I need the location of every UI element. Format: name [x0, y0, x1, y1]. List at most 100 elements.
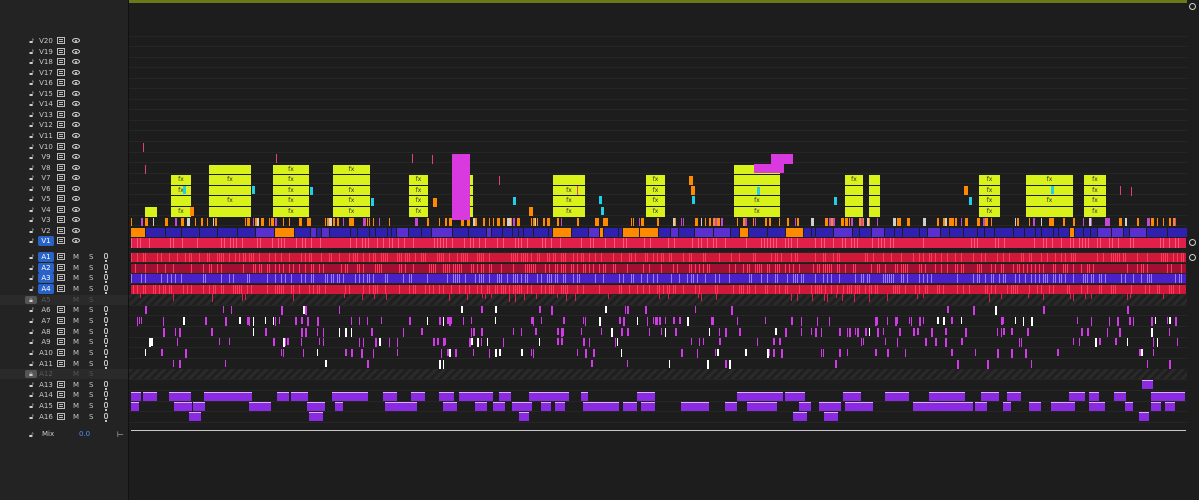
audio-waveform[interactable] — [749, 284, 750, 294]
audio-waveform[interactable] — [861, 274, 862, 284]
video-clip[interactable] — [641, 218, 644, 226]
audio-waveform[interactable] — [669, 253, 670, 262]
audio-clip[interactable] — [765, 316, 766, 324]
audio-waveform[interactable] — [1013, 263, 1014, 273]
audio-waveform[interactable] — [847, 284, 848, 294]
video-clip[interactable] — [432, 155, 433, 164]
audio-waveform[interactable] — [515, 274, 516, 284]
sync-lock-icon[interactable] — [57, 184, 65, 192]
video-clip[interactable] — [619, 228, 622, 237]
clip-edit[interactable] — [278, 238, 279, 248]
fx-clip[interactable] — [845, 207, 863, 217]
audio-waveform[interactable] — [985, 274, 986, 284]
video-clip[interactable] — [182, 228, 199, 237]
audio-clip[interactable] — [145, 306, 147, 315]
audio-waveform[interactable] — [517, 284, 518, 294]
video-clip[interactable] — [757, 187, 760, 195]
audio-waveform[interactable] — [603, 263, 604, 273]
track-name-v17[interactable]: V17 — [38, 68, 54, 78]
audio-clip[interactable] — [659, 316, 661, 325]
video-clip[interactable] — [769, 218, 771, 226]
audio-waveform[interactable] — [1171, 263, 1172, 273]
clip-edit[interactable] — [392, 238, 393, 248]
audio-clip[interactable] — [937, 316, 939, 324]
audio-clip[interactable] — [566, 293, 567, 301]
clip-edit[interactable] — [404, 238, 405, 248]
audio-waveform[interactable] — [1029, 253, 1030, 262]
audio-clip[interactable] — [821, 348, 822, 357]
video-clip[interactable] — [252, 186, 255, 194]
track-name-v19[interactable]: V19 — [38, 47, 54, 57]
video-clip[interactable] — [1169, 218, 1171, 226]
audio-waveform[interactable] — [595, 274, 596, 284]
mute-button[interactable]: M — [73, 273, 79, 283]
sync-lock-icon[interactable] — [57, 131, 65, 139]
microphone-icon[interactable] — [104, 274, 108, 284]
audio-clip[interactable] — [687, 316, 689, 326]
audio-waveform[interactable] — [795, 253, 796, 262]
audio-waveform[interactable] — [605, 263, 606, 273]
audio-waveform[interactable] — [499, 274, 500, 284]
audio-waveform[interactable] — [901, 263, 902, 273]
audio-waveform[interactable] — [489, 263, 490, 273]
audio-waveform[interactable] — [531, 263, 532, 273]
audio-waveform[interactable] — [823, 274, 824, 284]
audio-waveform[interactable] — [961, 253, 962, 262]
audio-waveform[interactable] — [159, 284, 160, 294]
audio-clip[interactable] — [943, 316, 945, 325]
audio-clip[interactable] — [975, 348, 976, 356]
clip-edit[interactable] — [833, 238, 834, 248]
audio-waveform[interactable] — [877, 284, 878, 294]
audio-clip[interactable] — [273, 316, 274, 325]
video-clip[interactable] — [872, 228, 884, 237]
solo-button[interactable]: S — [89, 295, 93, 305]
lock-icon[interactable]: 🔓︎ — [28, 164, 35, 172]
audio-clip[interactable] — [229, 338, 230, 346]
audio-waveform[interactable] — [465, 253, 466, 262]
audio-waveform[interactable] — [901, 253, 902, 262]
audio-waveform[interactable] — [501, 263, 502, 273]
sync-lock-icon[interactable] — [57, 391, 65, 399]
audio-waveform[interactable] — [615, 263, 616, 273]
audio-clip[interactable] — [239, 316, 241, 324]
audio-waveform[interactable] — [523, 253, 524, 262]
eye-icon[interactable] — [72, 154, 80, 160]
clip-edit[interactable] — [1088, 238, 1089, 248]
audio-clip[interactable] — [725, 327, 727, 337]
audio-clip[interactable] — [471, 327, 472, 337]
audio-clip[interactable] — [145, 348, 146, 356]
audio-clip[interactable] — [951, 348, 953, 356]
audio-waveform[interactable] — [857, 284, 858, 294]
audio-waveform[interactable] — [253, 253, 254, 262]
audio-clip[interactable] — [161, 348, 163, 356]
video-clip[interactable] — [330, 228, 350, 237]
audio-clip[interactable] — [183, 316, 185, 325]
video-clip[interactable] — [640, 228, 658, 237]
audio-clip[interactable] — [665, 327, 666, 337]
clip-edit[interactable] — [893, 238, 894, 248]
audio-clip[interactable] — [140, 293, 141, 298]
clip-edit[interactable] — [233, 238, 234, 248]
solo-button[interactable]: S — [89, 348, 93, 358]
audio-waveform[interactable] — [995, 263, 996, 273]
audio-clip[interactable] — [887, 316, 888, 325]
audio-waveform[interactable] — [553, 253, 554, 262]
audio-waveform[interactable] — [663, 284, 664, 294]
audio-waveform[interactable] — [1055, 263, 1056, 273]
audio-waveform[interactable] — [699, 263, 700, 273]
track-name-v8[interactable]: V8 — [38, 163, 54, 173]
video-clip[interactable] — [503, 228, 512, 237]
audio-waveform[interactable] — [717, 284, 718, 294]
video-clip[interactable] — [607, 218, 608, 226]
sync-lock-icon[interactable] — [57, 163, 65, 171]
audio-waveform[interactable] — [235, 284, 236, 294]
video-clip[interactable] — [309, 218, 311, 226]
audio-clip[interactable] — [707, 359, 709, 369]
audio-waveform[interactable] — [1141, 274, 1142, 284]
audio-waveform[interactable] — [599, 284, 600, 294]
audio-waveform[interactable] — [739, 284, 740, 294]
audio-waveform[interactable] — [325, 284, 326, 294]
audio-waveform[interactable] — [999, 274, 1000, 284]
video-clip[interactable] — [745, 218, 747, 226]
lock-icon[interactable]: 🔓︎ — [28, 360, 35, 368]
